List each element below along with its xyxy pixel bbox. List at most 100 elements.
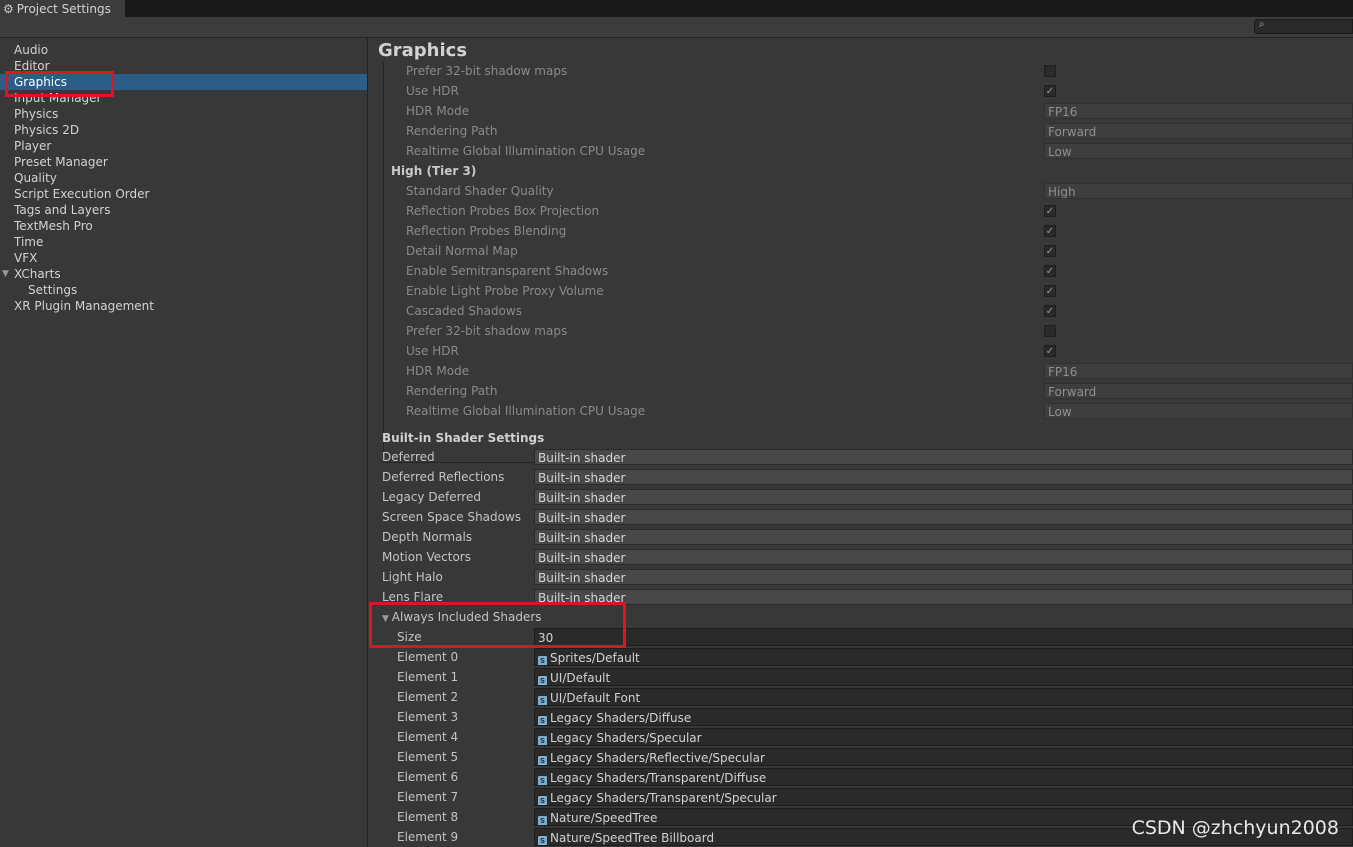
setting-label-enable-semitransparent-shadows: Enable Semitransparent Shadows — [406, 264, 609, 278]
use-hdr-checkbox[interactable]: ✓ — [1044, 345, 1056, 357]
deferred-reflections-shader-dropdown[interactable]: Built-in shader — [534, 469, 1353, 485]
shader-object-field[interactable]: S UI/Default — [534, 668, 1353, 686]
sidebar-item-vfx[interactable]: VFX — [0, 250, 367, 266]
legacy-deferred-shader-dropdown[interactable]: Built-in shader — [534, 489, 1353, 505]
shader-icon: S — [538, 816, 547, 825]
sidebar-item-settings[interactable]: Settings — [0, 282, 367, 298]
rendering-path-dropdown[interactable]: Forward — [1044, 123, 1353, 139]
element-label: Element 9 — [397, 830, 459, 844]
shader-object-field[interactable]: S UI/Default Font — [534, 688, 1353, 706]
detail-normal-map-checkbox[interactable]: ✓ — [1044, 245, 1056, 257]
shader-object-field[interactable]: S Legacy Shaders/Reflective/Specular — [534, 748, 1353, 766]
setting-label-standard-shader-quality: Standard Shader Quality — [406, 184, 554, 198]
sidebar-item-label: Script Execution Order — [14, 187, 150, 201]
deferred-shader-dropdown[interactable]: Built-in shader — [534, 449, 1353, 465]
shader-icon: S — [538, 836, 547, 845]
builtin-label-depth-normals: Depth Normals — [382, 530, 473, 544]
standard-shader-quality-dropdown[interactable]: High — [1044, 183, 1353, 199]
shader-name: Nature/SpeedTree — [550, 811, 658, 825]
sidebar-item-label: Physics — [14, 107, 59, 121]
search-box[interactable]: ⌕ — [1254, 19, 1353, 35]
shader-object-field[interactable]: S Legacy Shaders/Transparent/Specular — [534, 788, 1353, 806]
element-label: Element 3 — [397, 710, 459, 724]
cascaded-shadows-checkbox[interactable]: ✓ — [1044, 305, 1056, 317]
sidebar-item-physics[interactable]: Physics — [0, 106, 367, 122]
rendering-path-dropdown[interactable]: Forward — [1044, 383, 1353, 399]
shader-name: Legacy Shaders/Transparent/Diffuse — [550, 771, 767, 785]
search-input[interactable] — [1269, 20, 1353, 35]
hdr-mode-dropdown[interactable]: FP16 — [1044, 103, 1353, 119]
sidebar-item-quality[interactable]: Quality — [0, 170, 367, 186]
shader-object-field[interactable]: S Legacy Shaders/Transparent/Diffuse — [534, 768, 1353, 786]
sidebar-item-label: Input Manager — [14, 91, 102, 105]
array-size-label: Size — [397, 630, 422, 644]
array-size-field[interactable]: 30 — [534, 628, 1353, 646]
tier3-header: High (Tier 3) — [391, 164, 477, 178]
sidebar-item-audio[interactable]: Audio — [0, 42, 367, 58]
sidebar-item-label: Physics 2D — [14, 123, 80, 137]
builtin-label-deferred-reflections: Deferred Reflections — [382, 470, 505, 484]
builtin-label-light-halo: Light Halo — [382, 570, 443, 584]
sidebar-item-preset-manager[interactable]: Preset Manager — [0, 154, 367, 170]
setting-label-reflection-probes-box-projection: Reflection Probes Box Projection — [406, 204, 600, 218]
shader-object-field[interactable]: S Legacy Shaders/Diffuse — [534, 708, 1353, 726]
shader-name: Legacy Shaders/Reflective/Specular — [550, 751, 765, 765]
expand-arrow-icon[interactable]: ▼ — [2, 266, 9, 282]
motion-vectors-shader-dropdown[interactable]: Built-in shader — [534, 549, 1353, 565]
sidebar-item-label: XR Plugin Management — [14, 299, 154, 313]
always-included-shaders-foldout[interactable]: ▼ Always Included Shaders — [382, 608, 542, 626]
sidebar-item-label: TextMesh Pro — [14, 219, 93, 233]
setting-label-detail-normal-map: Detail Normal Map — [406, 244, 518, 258]
setting-label-rendering-path: Rendering Path — [406, 384, 498, 398]
page-title: Graphics — [378, 40, 468, 61]
sidebar-item-player[interactable]: Player — [0, 138, 367, 154]
sidebar-item-physics-2d[interactable]: Physics 2D — [0, 122, 367, 138]
prefer-32-bit-shadow-maps-checkbox[interactable] — [1044, 325, 1056, 337]
sidebar-item-editor[interactable]: Editor — [0, 58, 367, 74]
sidebar-item-label: Preset Manager — [14, 155, 108, 169]
reflection-probes-blending-checkbox[interactable]: ✓ — [1044, 225, 1056, 237]
screen-space-shadows-shader-dropdown[interactable]: Built-in shader — [534, 509, 1353, 525]
sidebar-item-label: VFX — [14, 251, 38, 265]
setting-label-hdr-mode: HDR Mode — [406, 104, 470, 118]
sidebar-item-script-execution-order[interactable]: Script Execution Order — [0, 186, 367, 202]
setting-label-enable-light-probe-proxy-volume: Enable Light Probe Proxy Volume — [406, 284, 604, 298]
sidebar-item-textmesh-pro[interactable]: TextMesh Pro — [0, 218, 367, 234]
shader-icon: S — [538, 776, 547, 785]
watermark: CSDN @zhchyun2008 — [1131, 817, 1339, 839]
shader-icon: S — [538, 736, 547, 745]
element-label: Element 1 — [397, 670, 459, 684]
shader-object-field[interactable]: S Legacy Shaders/Specular — [534, 728, 1353, 746]
lens-flare-shader-dropdown[interactable]: Built-in shader — [534, 589, 1353, 605]
graphics-inspector: Graphics Prefer 32-bit shadow maps Use HD… — [368, 38, 1353, 847]
hdr-mode-dropdown[interactable]: FP16 — [1044, 363, 1353, 379]
enable-light-probe-proxy-volume-checkbox[interactable]: ✓ — [1044, 285, 1056, 297]
reflection-probes-box-projection-checkbox[interactable]: ✓ — [1044, 205, 1056, 217]
shader-icon: S — [538, 756, 547, 765]
enable-semitransparent-shadows-checkbox[interactable]: ✓ — [1044, 265, 1056, 277]
sidebar-item-input-manager[interactable]: Input Manager — [0, 90, 367, 106]
gear-icon: ⚙ — [3, 1, 14, 16]
shader-name: UI/Default Font — [550, 691, 641, 705]
window-tab-bar: ⚙ Project Settings — [0, 0, 1353, 17]
tab-title: Project Settings — [16, 1, 111, 16]
shader-icon: S — [538, 656, 547, 665]
setting-label-use-hdr: Use HDR — [406, 344, 459, 358]
sidebar-item-xcharts[interactable]: ▼ XCharts — [0, 266, 367, 282]
shader-object-field[interactable]: S Sprites/Default — [534, 648, 1353, 666]
sidebar-item-graphics[interactable]: Graphics — [0, 74, 367, 90]
realtime-global-illumination-cpu-usage-dropdown[interactable]: Low — [1044, 403, 1353, 419]
element-label: Element 8 — [397, 810, 459, 824]
sidebar-item-time[interactable]: Time — [0, 234, 367, 250]
project-settings-tab[interactable]: ⚙ Project Settings — [0, 0, 125, 17]
light-halo-shader-dropdown[interactable]: Built-in shader — [534, 569, 1353, 585]
foldout-arrow-icon[interactable]: ▼ — [382, 614, 392, 624]
sidebar-item-label: Settings — [28, 283, 78, 297]
setting-label-prefer-32-bit-shadow-maps: Prefer 32-bit shadow maps — [406, 324, 568, 338]
prefer-32-bit-shadow-maps-checkbox[interactable] — [1044, 65, 1056, 77]
sidebar-item-xr-plugin-management[interactable]: XR Plugin Management — [0, 298, 367, 314]
use-hdr-checkbox[interactable]: ✓ — [1044, 85, 1056, 97]
realtime-global-illumination-cpu-usage-dropdown[interactable]: Low — [1044, 143, 1353, 159]
depth-normals-shader-dropdown[interactable]: Built-in shader — [534, 529, 1353, 545]
sidebar-item-tags-and-layers[interactable]: Tags and Layers — [0, 202, 367, 218]
